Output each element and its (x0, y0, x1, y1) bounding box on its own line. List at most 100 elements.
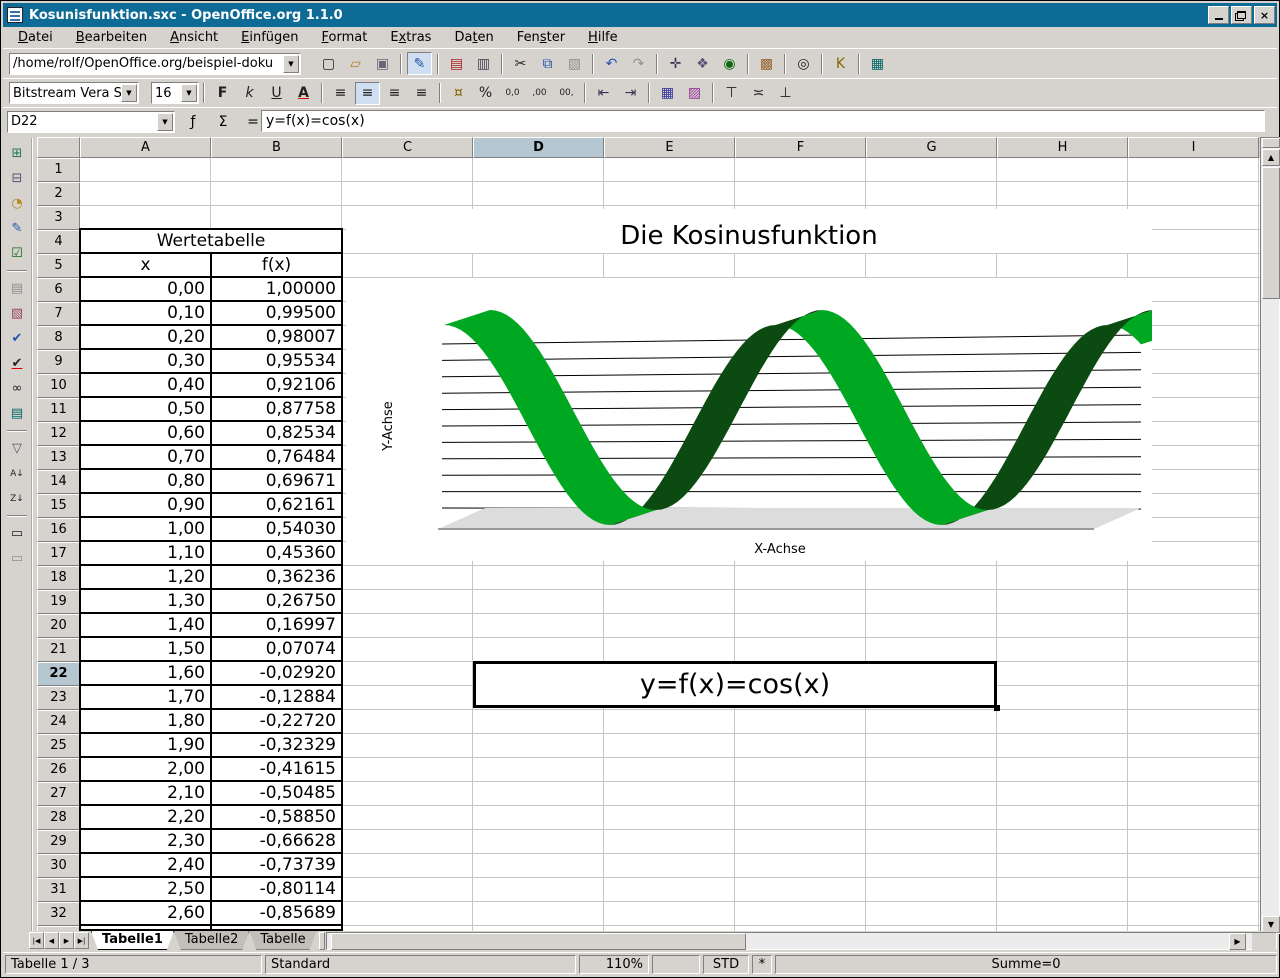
scroll-right-icon[interactable]: ▶ (1229, 933, 1246, 950)
row-header-23[interactable]: 23 (37, 686, 80, 710)
title-bar[interactable]: Kosunisfunktion.sxc - OpenOffice.org 1.1… (3, 3, 1277, 27)
form-controls-icon[interactable]: ☑ (5, 242, 29, 265)
save-icon[interactable]: ▣ (370, 52, 395, 75)
paste-icon[interactable]: ▧ (562, 52, 587, 75)
row-header-6[interactable]: 6 (37, 278, 80, 302)
tab-splitter[interactable] (319, 932, 325, 950)
sheet-tab-tabelle[interactable]: Tabelle (249, 931, 316, 950)
align-bottom-icon[interactable]: ⊥ (773, 82, 798, 105)
row-header-24[interactable]: 24 (37, 710, 80, 734)
cell-fx[interactable]: -0,41615 (212, 758, 341, 780)
cell-fx[interactable]: 0,92106 (212, 374, 341, 396)
row-header-8[interactable]: 8 (37, 326, 80, 350)
select-all-corner[interactable] (37, 137, 80, 158)
hscroll-thumb[interactable] (331, 933, 746, 950)
align-left-icon[interactable]: ≡ (328, 82, 353, 105)
align-right-icon[interactable]: ≡ (382, 82, 407, 105)
table-row[interactable]: 0,400,92106 (81, 374, 341, 398)
font-name-combo[interactable]: Bitstream Vera S ▼ (9, 82, 139, 104)
cell-fx[interactable]: 0,07074 (212, 638, 341, 660)
insert-chart-icon[interactable]: ◔ (5, 192, 29, 215)
cell-fx[interactable]: 0,99500 (212, 302, 341, 324)
underline-icon[interactable]: U (264, 82, 289, 105)
row-header-13[interactable]: 13 (37, 446, 80, 470)
table-row[interactable]: 2,50-0,80114 (81, 878, 341, 902)
font-dropdown-icon[interactable]: ▼ (121, 84, 137, 102)
menu-daten[interactable]: Daten (446, 27, 501, 48)
status-selection-mode[interactable]: STD (703, 955, 749, 974)
cell-reference-box[interactable]: D22 ▼ (7, 111, 175, 133)
column-header-A[interactable]: A (80, 137, 211, 158)
cell-x[interactable]: 1,50 (81, 638, 212, 660)
column-header-H[interactable]: H (997, 137, 1128, 158)
themes-icon[interactable]: ▧ (5, 302, 29, 325)
table-row[interactable]: 1,000,54030 (81, 518, 341, 542)
find-replace-icon[interactable]: ∞ (5, 377, 29, 400)
font-size-combo[interactable]: 16 ▼ (151, 82, 199, 104)
cell-fx[interactable]: 0,26750 (212, 590, 341, 612)
cell-x[interactable]: 1,80 (81, 710, 212, 732)
row-header-28[interactable]: 28 (37, 806, 80, 830)
column-header-E[interactable]: E (604, 137, 735, 158)
cell-x[interactable]: 2,50 (81, 878, 212, 900)
table-row[interactable]: 1,400,16997 (81, 614, 341, 638)
align-center-icon[interactable]: ≡ (355, 82, 380, 105)
table-row[interactable]: 2,40-0,73739 (81, 854, 341, 878)
background-color-icon[interactable]: ▨ (682, 82, 707, 105)
autospellcheck-icon[interactable]: ✔ (5, 352, 29, 375)
row-header-2[interactable]: 2 (37, 182, 80, 206)
standard-format-icon[interactable]: 0,0 (500, 82, 525, 105)
cell-fx[interactable]: 0,76484 (212, 446, 341, 468)
table-row[interactable]: 0,001,00000 (81, 278, 341, 302)
chart-object[interactable]: Die KosinusfunktionX-AchseY-Achse (346, 209, 1152, 561)
sheet-tab-tabelle2[interactable]: Tabelle2 (174, 931, 250, 950)
insert-cells-icon[interactable]: ⊟ (5, 167, 29, 190)
cell-fx[interactable]: 0,82534 (212, 422, 341, 444)
sort-ascending-icon[interactable]: A↓ (5, 462, 29, 485)
cell-fx[interactable]: 1,00000 (212, 278, 341, 300)
open-icon[interactable]: ▱ (343, 52, 368, 75)
new-document-icon[interactable]: ▢ (316, 52, 341, 75)
row-header-32[interactable]: 32 (37, 902, 80, 926)
cell-fx[interactable]: 0,62161 (212, 494, 341, 516)
cell-fx[interactable]: -0,58850 (212, 806, 341, 828)
table-row[interactable]: 2,30-0,66628 (81, 830, 341, 854)
menu-einfügen[interactable]: Einfügen (233, 27, 306, 48)
cell-x[interactable]: 0,90 (81, 494, 212, 516)
row-header-11[interactable]: 11 (37, 398, 80, 422)
currency-format-icon[interactable]: ¤ (446, 82, 471, 105)
cell-fx[interactable]: -0,02920 (212, 662, 341, 684)
cell-fx[interactable]: 0,95534 (212, 350, 341, 372)
table-row[interactable]: 1,60-0,02920 (81, 662, 341, 686)
cell-x[interactable]: 1,20 (81, 566, 212, 588)
cell-fx[interactable]: 0,16997 (212, 614, 341, 636)
cell-fx[interactable]: 0,69671 (212, 470, 341, 492)
hyperlink-icon[interactable]: ◉ (717, 52, 742, 75)
table-row[interactable]: 0,700,76484 (81, 446, 341, 470)
table-row[interactable]: 2,10-0,50485 (81, 782, 341, 806)
menu-hilfe[interactable]: Hilfe (580, 27, 626, 48)
cell-x[interactable]: 1,10 (81, 542, 212, 564)
table-row[interactable]: 0,300,95534 (81, 350, 341, 374)
table-row[interactable]: 1,200,36236 (81, 566, 341, 590)
restore-button[interactable] (1231, 6, 1252, 24)
ungroup-icon[interactable]: ▭ (5, 547, 29, 570)
row-header-22[interactable]: 22 (37, 662, 80, 686)
add-decimal-icon[interactable]: ,00 (527, 82, 552, 105)
menu-ansicht[interactable]: Ansicht (162, 27, 226, 48)
cell-x[interactable]: 0,70 (81, 446, 212, 468)
row-header-12[interactable]: 12 (37, 422, 80, 446)
datasources-icon[interactable]: ▤ (5, 402, 29, 425)
row-header-18[interactable]: 18 (37, 566, 80, 590)
cell-fx[interactable]: 0,98007 (212, 326, 341, 348)
table-row[interactable]: 1,90-0,32329 (81, 734, 341, 758)
cell-x[interactable]: 0,60 (81, 422, 212, 444)
cell-fx[interactable]: -0,66628 (212, 830, 341, 852)
insert-icon[interactable]: ⊞ (5, 142, 29, 165)
column-header-I[interactable]: I (1128, 137, 1259, 158)
cell-x[interactable]: 0,30 (81, 350, 212, 372)
cell-fx[interactable]: -0,32329 (212, 734, 341, 756)
url-dropdown-icon[interactable]: ▼ (283, 55, 299, 73)
redo-icon[interactable]: ↷ (626, 52, 651, 75)
cell-fx[interactable]: 0,87758 (212, 398, 341, 420)
